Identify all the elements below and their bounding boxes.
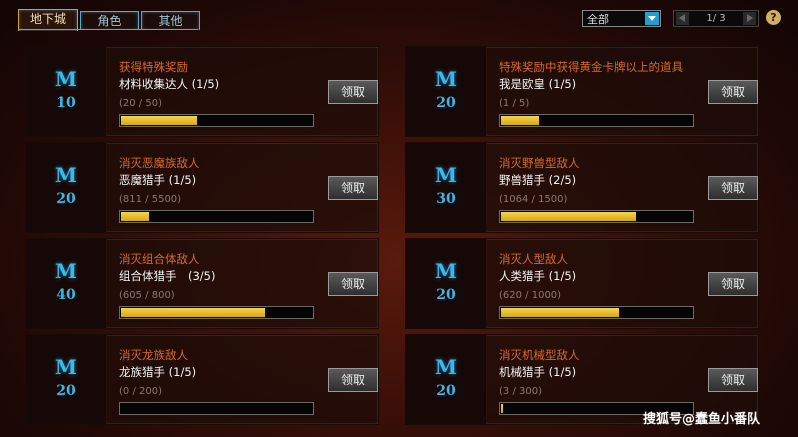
achievement-subtitle: 机械猎手 (1/5) [499, 365, 577, 379]
progress-text: (3 / 300) [499, 386, 542, 397]
reward-badge: M 20 [406, 239, 487, 328]
achievement-title: 消灭组合体敌人 [119, 252, 200, 266]
m-emblem-icon: M [434, 67, 458, 91]
claim-button[interactable]: 领取 [328, 368, 378, 392]
reward-points: 20 [56, 383, 76, 399]
achievement-title: 特殊奖励中获得黄金卡牌以上的道具 [499, 60, 683, 74]
tab-other[interactable]: 其他 [141, 11, 200, 30]
achievement-card: M 10 获得特殊奖励材料收集达人 (1/5) (20 / 50) 领取 [25, 46, 379, 137]
progress-text: (1064 / 1500) [499, 194, 568, 205]
achievement-subtitle: 恶魔猎手 (1/5) [119, 173, 197, 187]
progress-bar [119, 306, 314, 319]
progress-text: (605 / 800) [119, 290, 175, 301]
progress-text: (1 / 5) [499, 98, 530, 109]
reward-points: 20 [436, 95, 456, 111]
achievement-card: M 20 特殊奖励中获得黄金卡牌以上的道具 我是欧皇 (1/5) (1 / 5) 领取 [405, 46, 759, 137]
achievement-card: M 30 消灭野兽型敌人 野兽猎手 (2/5) (1064 / 1500) 领取 [405, 142, 759, 233]
achievement-title: 消灭机械型敌人 [499, 348, 580, 362]
achievement-subtitle: 人类猎手 (1/5) [499, 269, 577, 283]
reward-badge: M 40 [26, 239, 107, 328]
achievement-card: M 20 消灭龙族敌人 龙族猎手 (1/5) (0 / 200) 领取 [25, 334, 379, 425]
achievement-title: 消灭野兽型敌人 [499, 156, 580, 170]
achievement-card: M 40 消灭组合体敌人组合体猎手 (3/5) (605 / 800) 领取 [25, 238, 379, 329]
claim-button[interactable]: 领取 [328, 176, 378, 200]
reward-points: 20 [56, 191, 76, 207]
progress-fill [121, 212, 149, 221]
achievement-card: M 20 消灭人型敌人 人类猎手 (1/5) (620 / 1000) 领取 [405, 238, 759, 329]
progress-bar [499, 114, 694, 127]
progress-fill [121, 116, 197, 125]
reward-badge: M 10 [26, 47, 107, 136]
achievement-subtitle: 材料收集达人 (1/5) [119, 77, 220, 91]
tab-character[interactable]: 角色 [80, 11, 139, 30]
filter-selected: 全部 [587, 13, 609, 26]
achievement-card: M 20 消灭恶魔族敌人 恶魔猎手 (1/5) (811 / 5500) 领取 [25, 142, 379, 233]
achievement-subtitle: 组合体猎手 (3/5) [119, 269, 216, 283]
progress-text: (20 / 50) [119, 98, 162, 109]
achievement-subtitle: 野兽猎手 (2/5) [499, 173, 577, 187]
reward-points: 10 [56, 95, 76, 111]
progress-text: (811 / 5500) [119, 194, 182, 205]
progress-bar [499, 306, 694, 319]
progress-fill [501, 212, 636, 221]
progress-fill [501, 308, 619, 317]
claim-button[interactable]: 领取 [708, 80, 758, 104]
tab-dungeon[interactable]: 地下城 [18, 9, 78, 31]
m-emblem-icon: M [434, 259, 458, 283]
progress-bar [499, 210, 694, 223]
m-emblem-icon: M [434, 163, 458, 187]
progress-text: (620 / 1000) [499, 290, 562, 301]
m-emblem-icon: M [54, 67, 78, 91]
reward-badge: M 20 [406, 47, 487, 136]
achievement-title: 获得特殊奖励 [119, 60, 188, 74]
achievement-subtitle: 龙族猎手 (1/5) [119, 365, 197, 379]
progress-bar [119, 114, 314, 127]
top-bar: 地下城 角色 其他 全部 1/ 3 ? [0, 0, 798, 36]
reward-points: 40 [56, 287, 76, 303]
progress-text: (0 / 200) [119, 386, 162, 397]
m-emblem-icon: M [434, 355, 458, 379]
m-emblem-icon: M [54, 259, 78, 283]
progress-fill [121, 308, 265, 317]
reward-badge: M 20 [26, 335, 107, 424]
watermark: 搜狐号@蠢鱼小番队 [643, 412, 761, 427]
pager: 1/ 3 [673, 10, 759, 27]
m-emblem-icon: M [54, 163, 78, 187]
achievement-title: 消灭恶魔族敌人 [119, 156, 200, 170]
claim-button[interactable]: 领取 [328, 272, 378, 296]
reward-points: 20 [436, 287, 456, 303]
achievement-title: 消灭龙族敌人 [119, 348, 188, 362]
reward-badge: M 30 [406, 143, 487, 232]
m-emblem-icon: M [54, 355, 78, 379]
progress-bar [119, 402, 314, 415]
achievement-title: 消灭人型敌人 [499, 252, 568, 266]
claim-button[interactable]: 领取 [708, 176, 758, 200]
progress-fill [501, 116, 539, 125]
filter-dropdown[interactable]: 全部 [582, 10, 661, 27]
chevron-right-icon[interactable] [743, 12, 756, 25]
claim-button[interactable]: 领取 [708, 272, 758, 296]
achievement-subtitle: 我是欧皇 (1/5) [499, 77, 577, 91]
reward-points: 30 [436, 191, 456, 207]
reward-badge: M 20 [406, 335, 487, 424]
reward-points: 20 [436, 383, 456, 399]
claim-button[interactable]: 领取 [328, 80, 378, 104]
tab-divider [18, 29, 198, 30]
progress-bar [119, 210, 314, 223]
claim-button[interactable]: 领取 [708, 368, 758, 392]
help-button[interactable]: ? [766, 10, 781, 25]
chevron-down-icon[interactable] [645, 12, 659, 25]
progress-fill [501, 404, 503, 413]
reward-badge: M 20 [26, 143, 107, 232]
